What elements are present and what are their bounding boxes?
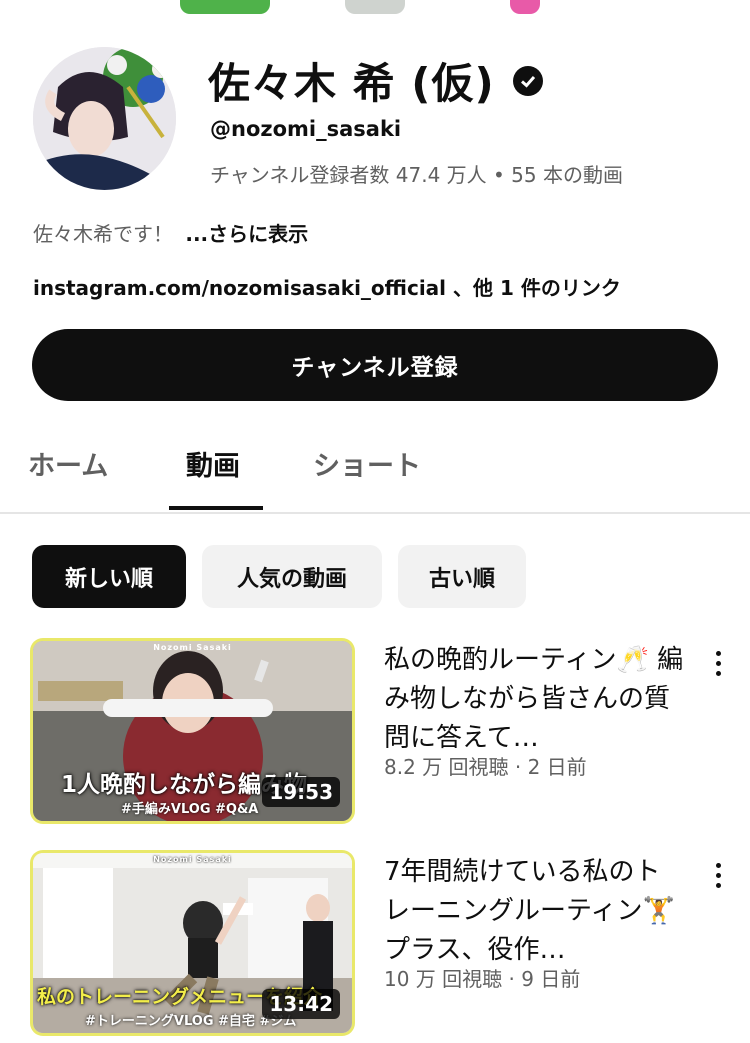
video-list-item[interactable]: Nozomi Sasaki 1人晩酌しながら編み物 #手編みVLOG #Q&A … bbox=[0, 641, 750, 831]
more-options-icon[interactable] bbox=[708, 863, 728, 893]
thumbnail-tags: #手編みVLOG #Q&A bbox=[121, 802, 259, 817]
channel-avatar[interactable] bbox=[33, 47, 176, 190]
tab-videos[interactable]: 動画 bbox=[186, 444, 240, 483]
thumbnail-brand: Nozomi Sasaki bbox=[153, 643, 232, 652]
subscribe-button[interactable]: チャンネル登録 bbox=[32, 329, 718, 401]
channel-links[interactable]: instagram.com/nozomisasaki_official 、他 1… bbox=[33, 272, 621, 301]
show-more-link[interactable]: ...さらに表示 bbox=[185, 222, 308, 246]
channel-name-text: 佐々木 希 (仮) bbox=[208, 59, 495, 108]
tab-shorts[interactable]: ショート bbox=[313, 444, 421, 483]
video-title[interactable]: 7年間続けている私のトレーニングルーティン🏋️ プラス、役作… bbox=[384, 853, 684, 970]
video-meta: 8.2 万 回視聴 · 2 日前 bbox=[384, 755, 587, 779]
sort-chip-newest[interactable]: 新しい順 bbox=[32, 545, 186, 608]
channel-handle: @nozomi_sasaki bbox=[210, 117, 402, 141]
verified-check-icon bbox=[512, 65, 543, 96]
sort-chip-popular[interactable]: 人気の動画 bbox=[202, 545, 382, 608]
channel-tabs: ホーム 動画 ショート bbox=[0, 430, 750, 514]
video-list-item[interactable]: Nozomi Sasaki 私のトレーニングメニューを紹介 #トレーニングVLO… bbox=[0, 853, 750, 1043]
avatar-image bbox=[33, 47, 176, 190]
channel-description[interactable]: 佐々木希です！ ...さらに表示 bbox=[33, 218, 308, 247]
more-options-icon[interactable] bbox=[708, 651, 728, 681]
video-thumbnail[interactable]: Nozomi Sasaki 1人晩酌しながら編み物 #手編みVLOG #Q&A … bbox=[33, 641, 352, 821]
thumbnail-brand: Nozomi Sasaki bbox=[153, 855, 232, 864]
active-tab-indicator bbox=[169, 506, 263, 510]
video-thumbnail[interactable]: Nozomi Sasaki 私のトレーニングメニューを紹介 #トレーニングVLO… bbox=[33, 853, 352, 1033]
description-text: 佐々木希です！ bbox=[33, 222, 173, 246]
channel-banner bbox=[0, 0, 750, 22]
video-duration: 13:42 bbox=[262, 989, 340, 1019]
video-meta: 10 万 回視聴 · 9 日前 bbox=[384, 967, 581, 991]
tab-home[interactable]: ホーム bbox=[28, 444, 108, 483]
sort-chip-oldest[interactable]: 古い順 bbox=[398, 545, 526, 608]
video-duration: 19:53 bbox=[262, 777, 340, 807]
video-title[interactable]: 私の晩酌ルーティン🥂 編み物しながら皆さんの質問に答えて… bbox=[384, 641, 684, 758]
channel-stats: チャンネル登録者数 47.4 万人 • 55 本の動画 bbox=[210, 163, 623, 187]
channel-name: 佐々木 希 (仮) bbox=[208, 50, 543, 111]
